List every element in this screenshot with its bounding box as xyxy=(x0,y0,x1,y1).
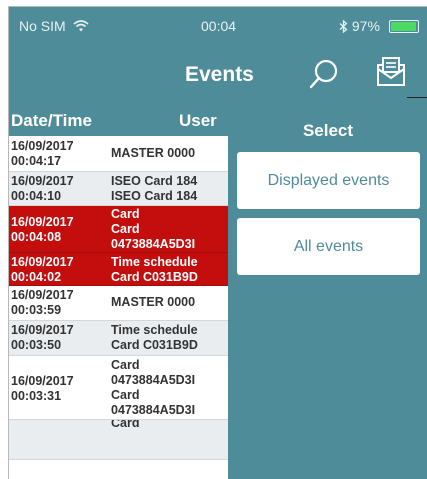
table-row[interactable]: 16/09/2017 00:04:08 Card Card 0473884A5D… xyxy=(9,206,228,253)
row-user: Time schedule xyxy=(111,255,198,269)
row-user: Card xyxy=(111,222,140,236)
row-user: ISEO Card 184 xyxy=(111,174,198,188)
row-user: 0473884A5D3I xyxy=(111,373,196,387)
row-time: 00:04:17 xyxy=(11,154,62,168)
row-time: 00:03:50 xyxy=(11,338,62,352)
row-user: Card C031B9D xyxy=(111,338,198,352)
mail-icon[interactable] xyxy=(375,55,407,89)
row-date: 16/09/2017 xyxy=(11,288,74,302)
row-user: Card xyxy=(111,420,140,430)
table-row[interactable]: Card xyxy=(9,420,228,460)
page-title: Events xyxy=(185,63,254,86)
row-date: 16/09/2017 xyxy=(11,255,74,269)
select-panel: Select Displayed events All events xyxy=(228,103,427,479)
row-user: Card C031B9D xyxy=(111,270,198,284)
row-user: 0473884A5D3I xyxy=(111,403,196,417)
annotation-pointer xyxy=(407,97,427,98)
table-row[interactable]: 16/09/2017 00:04:02 Time schedule Card C… xyxy=(9,253,228,286)
table-row[interactable]: 16/09/2017 00:03:59 MASTER 0000 xyxy=(9,286,228,321)
table-row[interactable]: 16/09/2017 00:04:17 MASTER 0000 xyxy=(9,136,228,172)
row-date: 16/09/2017 xyxy=(11,139,74,153)
all-events-option[interactable]: All events xyxy=(237,218,420,275)
events-list[interactable]: 16/09/2017 00:04:17 MASTER 0000 16/09/20… xyxy=(9,136,228,479)
row-user: 0473884A5D3I xyxy=(111,237,196,251)
displayed-events-option[interactable]: Displayed events xyxy=(237,152,420,209)
row-user: Card xyxy=(111,207,140,221)
column-header-user: User xyxy=(179,111,217,130)
row-date: 16/09/2017 xyxy=(11,323,74,337)
row-time: 00:04:10 xyxy=(11,189,62,203)
row-user: ISEO Card 184 xyxy=(111,189,198,203)
select-title: Select xyxy=(302,121,354,140)
nav-bar: Events xyxy=(9,45,427,103)
column-header-date: Date/Time xyxy=(11,111,92,130)
bluetooth-icon xyxy=(339,19,348,34)
row-time: 00:04:02 xyxy=(11,270,62,284)
row-time: 00:03:31 xyxy=(11,389,62,403)
table-row[interactable]: 16/09/2017 00:03:31 Card 0473884A5D3I Ca… xyxy=(9,356,228,420)
clock: 00:04 xyxy=(201,18,237,34)
battery-icon xyxy=(389,20,419,33)
row-time: 00:03:59 xyxy=(11,303,62,317)
row-date: 16/09/2017 xyxy=(11,374,74,388)
row-user: Card xyxy=(111,388,140,402)
table-header: Date/Time User xyxy=(9,103,228,136)
row-user: MASTER 0000 xyxy=(111,146,196,160)
row-user: MASTER 0000 xyxy=(111,295,196,309)
row-user: Card xyxy=(111,358,140,372)
app-frame: No SIM 00:04 97% Events Date/Time User 1… xyxy=(8,6,427,479)
row-user: Time schedule xyxy=(111,323,198,337)
row-time: 00:04:08 xyxy=(11,230,62,244)
wifi-icon xyxy=(73,20,89,32)
row-date: 16/09/2017 xyxy=(11,174,74,188)
table-row[interactable]: 16/09/2017 00:04:10 ISEO Card 184 ISEO C… xyxy=(9,172,228,206)
table-row[interactable]: 16/09/2017 00:03:50 Time schedule Card C… xyxy=(9,321,228,356)
row-date: 16/09/2017 xyxy=(11,215,74,229)
search-icon[interactable] xyxy=(307,57,341,91)
battery-percent: 97% xyxy=(351,18,380,34)
carrier-label: No SIM xyxy=(19,18,66,34)
status-bar: No SIM 00:04 97% xyxy=(9,7,427,45)
